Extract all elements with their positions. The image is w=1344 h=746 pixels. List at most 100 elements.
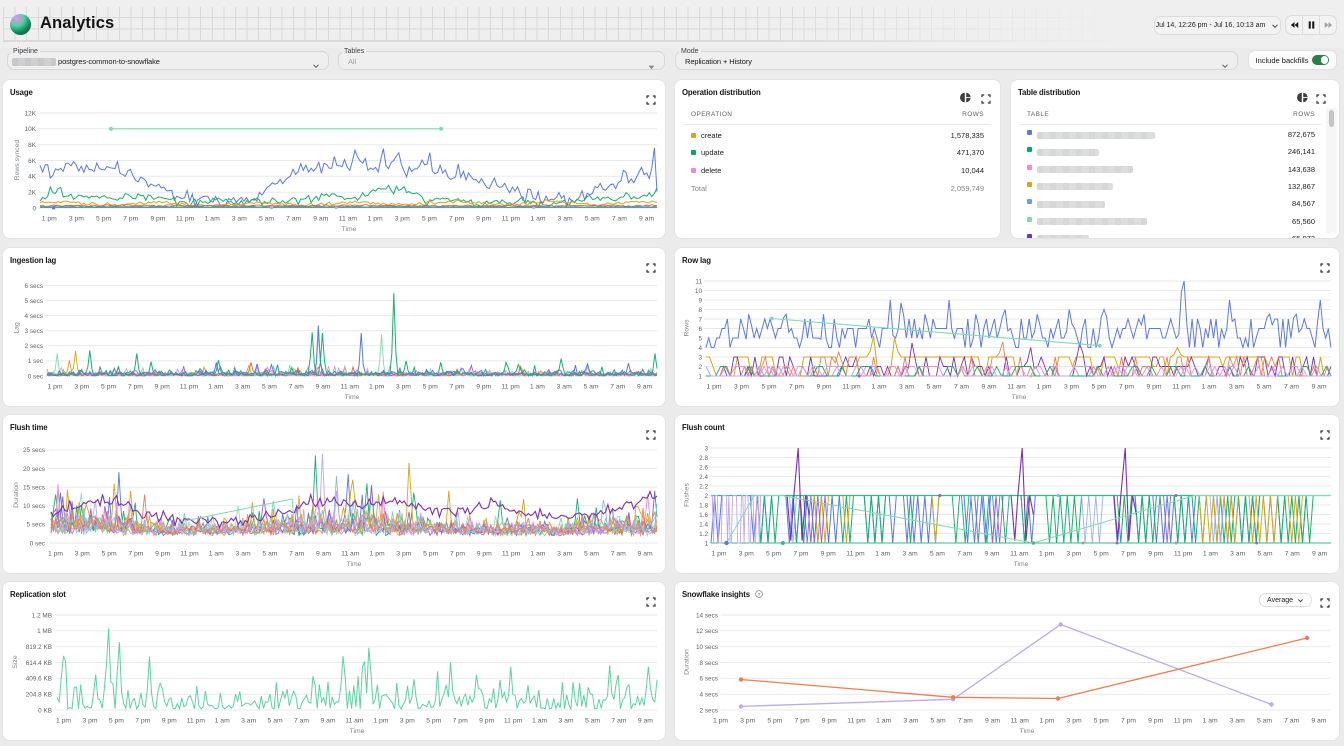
svg-text:3 pm: 3 pm	[395, 216, 410, 223]
svg-text:614.4 KB: 614.4 KB	[26, 660, 52, 667]
svg-text:3 am: 3 am	[899, 384, 914, 391]
svg-text:9 am: 9 am	[985, 718, 1000, 725]
svg-text:12K: 12K	[25, 110, 37, 117]
svg-text:1 pm: 1 pm	[48, 551, 63, 558]
svg-text:9 pm: 9 pm	[162, 718, 177, 725]
svg-text:25 secs: 25 secs	[23, 447, 45, 454]
svg-text:9 pm: 9 pm	[476, 216, 491, 223]
svg-text:9 pm: 9 pm	[155, 551, 170, 558]
svg-text:5 pm: 5 pm	[767, 718, 782, 725]
svg-text:0 sec: 0 sec	[30, 540, 46, 547]
svg-text:4: 4	[698, 345, 702, 352]
svg-text:11 pm: 11 pm	[842, 384, 861, 391]
svg-text:3 pm: 3 pm	[82, 718, 97, 725]
svg-text:5 am: 5 am	[1256, 384, 1271, 391]
svg-text:5 am: 5 am	[583, 384, 598, 391]
svg-text:7 am: 7 am	[294, 718, 309, 725]
svg-text:1: 1	[698, 373, 702, 380]
svg-text:7 pm: 7 pm	[449, 384, 464, 391]
svg-text:Time: Time	[350, 728, 365, 735]
svg-text:4 secs: 4 secs	[25, 313, 43, 320]
svg-text:8 secs: 8 secs	[700, 660, 718, 667]
svg-text:9 am: 9 am	[638, 718, 653, 725]
svg-text:9 pm: 9 pm	[821, 551, 836, 558]
svg-text:11 am: 11 am	[1011, 718, 1030, 725]
svg-text:1 am: 1 am	[876, 718, 891, 725]
svg-text:6 secs: 6 secs	[700, 676, 718, 683]
svg-text:3 am: 3 am	[232, 216, 247, 223]
svg-text:11 pm: 11 pm	[180, 551, 199, 558]
svg-text:1 pm: 1 pm	[1036, 384, 1051, 391]
svg-text:5 am: 5 am	[1257, 551, 1272, 558]
svg-text:1 pm: 1 pm	[711, 551, 726, 558]
svg-text:3 am: 3 am	[903, 718, 918, 725]
svg-text:9: 9	[698, 297, 702, 304]
svg-text:1 pm: 1 pm	[1039, 718, 1054, 725]
svg-text:Flushes: Flushes	[684, 483, 691, 507]
svg-text:1 pm: 1 pm	[369, 384, 384, 391]
svg-text:2 secs: 2 secs	[25, 343, 43, 350]
svg-text:1 am: 1 am	[871, 384, 886, 391]
svg-text:11 pm: 11 pm	[1174, 718, 1193, 725]
svg-text:5 pm: 5 pm	[422, 216, 437, 223]
svg-text:9 am: 9 am	[1311, 384, 1326, 391]
svg-text:7 am: 7 am	[958, 718, 973, 725]
svg-text:7 pm: 7 pm	[1121, 551, 1136, 558]
svg-text:11 pm: 11 pm	[502, 216, 521, 223]
svg-text:5 pm: 5 pm	[1094, 718, 1109, 725]
svg-text:15 secs: 15 secs	[23, 484, 45, 491]
svg-text:204.8 KB: 204.8 KB	[26, 692, 52, 699]
svg-text:7 am: 7 am	[289, 551, 304, 558]
svg-text:3 pm: 3 pm	[1066, 551, 1081, 558]
svg-text:6K: 6K	[28, 158, 37, 165]
svg-text:2.2: 2.2	[699, 483, 708, 490]
svg-text:11 pm: 11 pm	[501, 384, 520, 391]
svg-text:11 am: 11 am	[345, 718, 364, 725]
svg-text:1 am: 1 am	[875, 551, 890, 558]
svg-text:9 am: 9 am	[638, 551, 653, 558]
svg-text:3 am: 3 am	[557, 384, 572, 391]
svg-text:9 am: 9 am	[316, 551, 331, 558]
svg-text:5 am: 5 am	[584, 551, 599, 558]
svg-text:5 am: 5 am	[926, 384, 941, 391]
svg-text:7 pm: 7 pm	[128, 551, 143, 558]
svg-text:Time: Time	[342, 226, 357, 233]
svg-text:819.2 KB: 819.2 KB	[26, 644, 52, 651]
svg-text:5 am: 5 am	[268, 718, 283, 725]
svg-text:Time: Time	[1020, 728, 1035, 735]
svg-text:2.8: 2.8	[699, 455, 708, 462]
svg-text:2: 2	[698, 364, 702, 371]
svg-text:3 pm: 3 pm	[75, 551, 90, 558]
svg-text:3 am: 3 am	[558, 216, 573, 223]
svg-text:1 am: 1 am	[205, 216, 220, 223]
svg-text:5 am: 5 am	[931, 718, 946, 725]
svg-text:7 am: 7 am	[1284, 384, 1299, 391]
svg-text:7 am: 7 am	[954, 384, 969, 391]
svg-text:9 am: 9 am	[313, 216, 328, 223]
svg-text:9 pm: 9 pm	[1148, 551, 1163, 558]
svg-text:7 am: 7 am	[611, 718, 626, 725]
svg-text:7 pm: 7 pm	[450, 551, 465, 558]
svg-text:20 secs: 20 secs	[23, 466, 45, 473]
svg-text:3 am: 3 am	[236, 551, 251, 558]
svg-text:11 pm: 11 pm	[187, 718, 206, 725]
svg-text:5 pm: 5 pm	[1091, 384, 1106, 391]
svg-text:7 pm: 7 pm	[795, 718, 810, 725]
svg-text:9 pm: 9 pm	[1146, 384, 1161, 391]
svg-text:7 pm: 7 pm	[793, 551, 808, 558]
svg-text:8K: 8K	[28, 142, 37, 149]
svg-text:5 am: 5 am	[585, 718, 600, 725]
svg-text:5 pm: 5 pm	[423, 384, 438, 391]
svg-text:3 pm: 3 pm	[734, 384, 749, 391]
svg-text:Duration: Duration	[684, 649, 691, 675]
svg-text:7 am: 7 am	[611, 551, 626, 558]
svg-text:Lag: Lag	[14, 322, 21, 334]
svg-text:11: 11	[695, 278, 702, 285]
svg-text:7 pm: 7 pm	[449, 216, 464, 223]
svg-text:11 pm: 11 pm	[1174, 551, 1193, 558]
svg-text:2: 2	[704, 493, 708, 500]
svg-text:5 secs: 5 secs	[25, 298, 43, 305]
svg-text:7 pm: 7 pm	[453, 718, 468, 725]
svg-text:11 am: 11 am	[341, 384, 360, 391]
svg-text:3 pm: 3 pm	[1064, 384, 1079, 391]
